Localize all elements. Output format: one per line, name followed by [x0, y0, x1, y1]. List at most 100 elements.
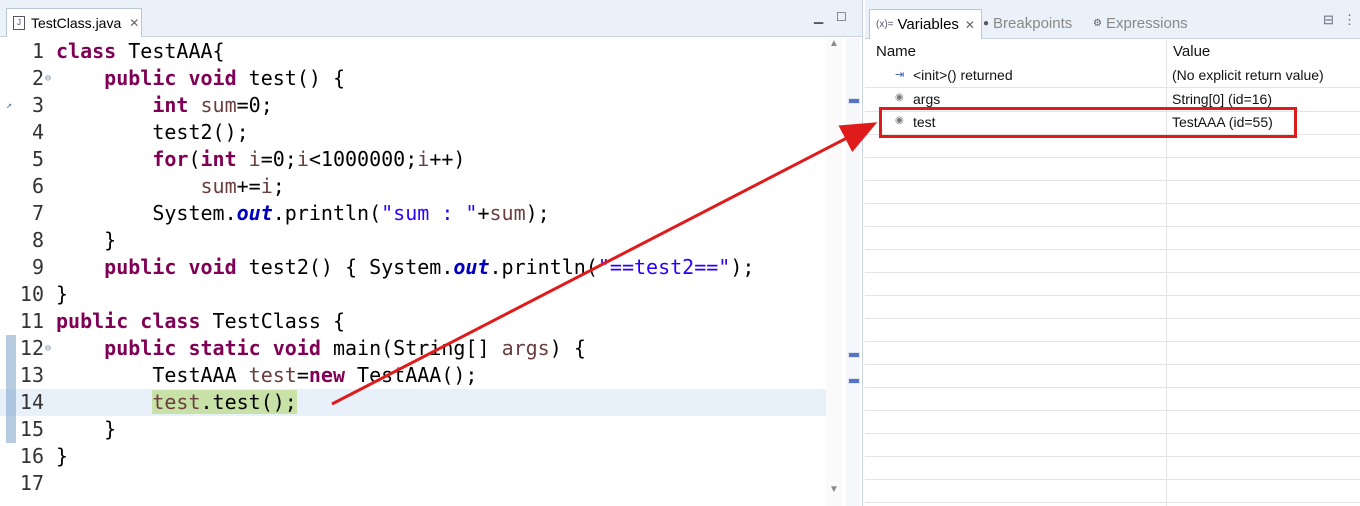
empty-row	[865, 410, 1360, 434]
variable-value: String[0] (id=16)	[1172, 91, 1272, 107]
variable-value: (No explicit return value)	[1172, 67, 1324, 83]
code-text: test2();	[56, 120, 249, 144]
line-number: 15	[19, 417, 44, 441]
line-number: 11	[19, 309, 44, 333]
code-text: for(int i=0;i<1000000;i++)	[152, 147, 466, 171]
column-header-value[interactable]: Value	[1173, 43, 1210, 60]
line-number: 16	[19, 444, 44, 468]
code-line: 7 System.out.println("sum : "+sum);	[0, 200, 826, 227]
code-text: public void test2() { System.out.println…	[104, 255, 755, 279]
empty-row	[865, 433, 1360, 457]
empty-row	[865, 341, 1360, 365]
fold-icon: ⊖	[45, 343, 52, 354]
code-line: 12 ⊖ public static void main(String[] arg…	[0, 335, 826, 362]
empty-row	[865, 295, 1360, 319]
empty-row	[865, 226, 1360, 250]
fold-icon: ⊖	[45, 73, 52, 84]
code-text: }	[56, 228, 117, 252]
tab-expressions-label: Expressions	[1105, 15, 1188, 32]
line-number: 9	[31, 255, 44, 279]
code-text: System.out.println("sum : "+sum);	[56, 201, 550, 225]
variable-name: <init>() returned	[913, 67, 1013, 83]
line-number: 7	[31, 201, 44, 225]
empty-row	[865, 364, 1360, 388]
variables-panel: (x)= Variables ✕ ● Breakpoints ⚙ Express…	[865, 0, 1360, 506]
line-number: 6	[31, 174, 44, 198]
line-number: 4	[31, 120, 44, 144]
empty-row	[865, 180, 1360, 204]
line-number: 10	[19, 282, 44, 306]
code-text: test.test();	[152, 390, 297, 414]
variables-icon: (x)=	[876, 19, 894, 30]
code-line: 2 ⊖ public void test() {	[0, 65, 826, 92]
variable-row-return[interactable]: ⇥ <init>() returned (No explicit return …	[865, 64, 1360, 88]
tab-label: TestClass.java	[31, 15, 122, 31]
tab-variables[interactable]: (x)= Variables ✕	[869, 9, 982, 39]
empty-row	[865, 203, 1360, 227]
empty-row	[865, 387, 1360, 411]
tab-testclass-java[interactable]: J TestClass.java ✕	[6, 8, 142, 37]
code-area[interactable]: 1 class TestAAA{ 2 ⊖ public void test() { …	[0, 38, 826, 497]
tab-variables-label: Variables	[897, 16, 959, 33]
tab-breakpoints-label: Breakpoints	[993, 15, 1073, 32]
code-line: 16}	[0, 443, 826, 470]
code-text: public class TestClass {	[56, 309, 346, 333]
line-number: 8	[31, 228, 44, 252]
close-icon[interactable]: ✕	[965, 18, 975, 32]
code-text: class TestAAA{	[56, 39, 225, 63]
local-variable-icon: ◉	[895, 92, 904, 103]
line-number: 3	[31, 93, 44, 117]
code-line: 15 }	[0, 416, 826, 443]
maximize-icon[interactable]: ☐	[836, 10, 847, 24]
line-number: 12	[19, 336, 44, 360]
tab-breakpoints[interactable]: ● Breakpoints	[983, 9, 1072, 38]
variable-name: args	[913, 91, 941, 107]
empty-row	[865, 157, 1360, 181]
code-line: ↗ 3 int sum=0;	[0, 92, 826, 119]
code-text: int sum=0;	[152, 93, 273, 117]
breakpoints-icon: ●	[983, 18, 990, 29]
empty-row	[865, 249, 1360, 273]
overview-ruler[interactable]	[846, 38, 860, 506]
editor-tab-bar: J TestClass.java ✕ ▁ ☐	[0, 0, 862, 37]
code-text: }	[56, 417, 117, 441]
vertical-scrollbar[interactable]: ▲ ▼	[826, 38, 842, 506]
code-line: 9 public void test2() { System.out.print…	[0, 254, 826, 281]
variables-table-header: Name Value	[865, 40, 1360, 64]
empty-row	[865, 318, 1360, 342]
line-number: 14	[19, 390, 44, 414]
code-text: }	[56, 444, 69, 468]
line-number: 17	[19, 471, 44, 495]
java-file-icon: J	[13, 16, 25, 30]
empty-row	[865, 479, 1360, 503]
code-editor[interactable]: J TestClass.java ✕ ▁ ☐ 1 class TestAAA{ 2…	[0, 0, 863, 506]
code-text: public void test() {	[104, 66, 346, 90]
occurrence-marker[interactable]	[848, 378, 860, 384]
collapse-all-icon[interactable]: ⊟	[1323, 12, 1334, 28]
code-line: 8 }	[0, 227, 826, 254]
scroll-down-icon[interactable]: ▼	[829, 484, 839, 495]
code-line: 1 class TestAAA{	[0, 38, 826, 65]
debug-view-tab-bar: (x)= Variables ✕ ● Breakpoints ⚙ Express…	[865, 0, 1360, 39]
code-line: 13 TestAAA test=new TestAAA();	[0, 362, 826, 389]
tab-expressions[interactable]: ⚙ Expressions	[1093, 9, 1188, 38]
scroll-up-icon[interactable]: ▲	[829, 38, 839, 49]
code-line: 4 test2();	[0, 119, 826, 146]
code-text: sum+=i;	[200, 174, 285, 198]
code-text: TestAAA test=new TestAAA();	[56, 363, 478, 387]
column-header-name[interactable]: Name	[876, 43, 916, 60]
occurrence-marker[interactable]	[848, 352, 860, 358]
code-line: 17	[0, 470, 826, 497]
code-line: 10}	[0, 281, 826, 308]
code-line: 6 sum+=i;	[0, 173, 826, 200]
line-number: 13	[19, 363, 44, 387]
empty-row	[865, 272, 1360, 296]
occurrence-marker[interactable]	[848, 98, 860, 104]
current-line: 14 test.test();	[0, 389, 826, 416]
annotation-highlight-box	[879, 107, 1297, 138]
close-icon[interactable]: ✕	[129, 16, 139, 30]
view-menu-icon[interactable]: ⋮	[1343, 12, 1356, 28]
minimize-icon[interactable]: ▁	[814, 10, 823, 24]
line-number: 1	[31, 39, 44, 63]
return-value-icon: ⇥	[895, 69, 905, 81]
